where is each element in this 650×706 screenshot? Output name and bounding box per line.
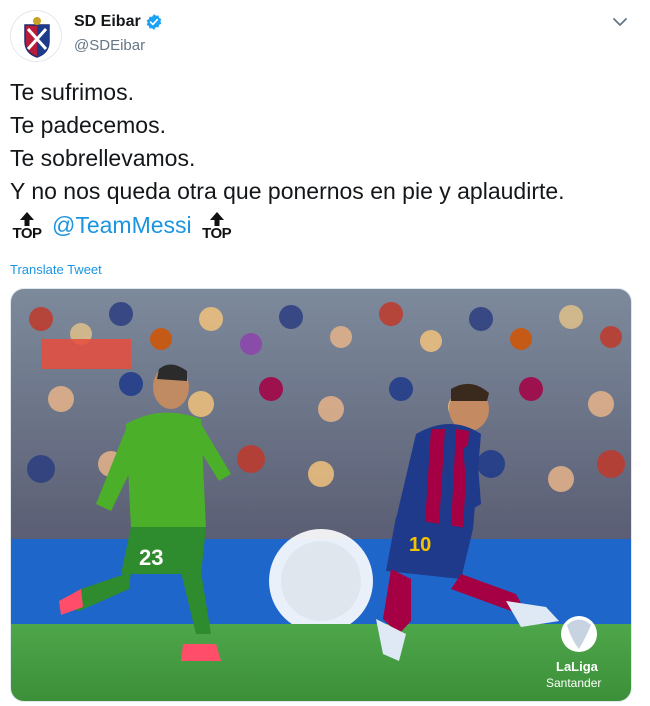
top-arrow-emoji: TOP (200, 209, 234, 241)
verified-badge-icon (146, 14, 161, 30)
tweet-card: SD Eibar @SDEibar Te sufrimos. Te padece… (0, 0, 650, 706)
user-handle[interactable]: @SDEibar (74, 36, 163, 56)
banner (41, 339, 131, 369)
watermark-line2: Santander (546, 676, 601, 690)
football-photo: 23 10 LaLiga Santander (11, 289, 631, 701)
up-arrow-icon (209, 212, 224, 226)
top-emoji-label: TOP (202, 225, 232, 242)
display-name-row[interactable]: SD Eibar (74, 12, 163, 32)
pitch (11, 624, 631, 701)
display-name[interactable]: SD Eibar (74, 12, 141, 32)
tweet-line: Y no nos queda otra que ponernos en pie … (10, 178, 565, 204)
barca-number: 10 (409, 534, 431, 556)
up-arrow-icon (20, 212, 34, 226)
watermark-line1: LaLiga (556, 659, 599, 674)
eibar-number: 23 (139, 545, 163, 570)
tweet-line: Te sobrellevamos. (10, 145, 196, 171)
football (561, 616, 597, 652)
mention-line: TOP @TeamMessi TOP (10, 208, 640, 242)
top-arrow-emoji: TOP (10, 209, 44, 241)
top-emoji-label: TOP (12, 225, 42, 242)
user-info: SD Eibar @SDEibar (74, 12, 163, 56)
club-crest-icon (11, 11, 61, 61)
tweet-line: Te sufrimos. (10, 79, 134, 105)
tweet-photo[interactable]: 23 10 LaLiga Santander (10, 288, 632, 702)
mention-link[interactable]: @TeamMessi (52, 209, 192, 242)
avatar[interactable] (10, 10, 62, 62)
tweet-text: Te sufrimos. Te padecemos. Te sobrelleva… (10, 76, 640, 242)
chevron-down-icon[interactable] (610, 12, 630, 32)
tweet-line: Te padecemos. (10, 112, 166, 138)
translate-tweet-link[interactable]: Translate Tweet (10, 262, 102, 277)
